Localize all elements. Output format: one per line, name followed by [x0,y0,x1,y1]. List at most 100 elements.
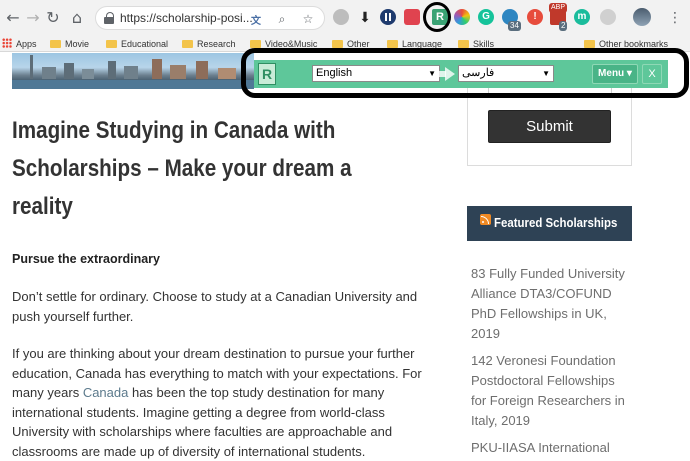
article-subheading: Pursue the extraordinary [12,252,160,266]
target-language-value: فارسی [462,67,495,79]
folder-icon [106,40,117,48]
bookmark-label: Language [402,39,443,49]
bookmark-label: Educational [121,39,169,49]
readlang-icon[interactable]: R [432,9,448,25]
profile-avatar[interactable] [633,8,651,26]
scholarship-link[interactable]: 83 Fully Funded University Alliance DTA3… [471,264,671,344]
download-icon[interactable]: ⬇ [357,9,373,25]
folder-icon [387,40,398,48]
bookmark-label: Movie [65,39,90,49]
extension-icon[interactable] [600,9,616,25]
paragraph-line: many years Canada has been the top study… [12,383,422,403]
other-bookmarks-label: Other bookmarks [599,39,669,49]
featured-title: Featured Scholarships [494,215,618,230]
folder-icon [332,40,343,48]
reload-icon[interactable]: ↻ [42,7,64,29]
page-title: Imagine Studying in Canada with Scholars… [12,112,412,226]
paragraph-line: education, Canada has everything to matc… [12,365,422,381]
other-bookmarks[interactable]: Other bookmarks [584,37,668,51]
bookmarks-bar: Apps Movie Educational Research Video&Mu… [0,36,690,52]
pause-icon[interactable] [380,9,396,25]
apps-bookmark[interactable]: Apps [2,37,37,51]
translate-icon[interactable]: 文 [248,12,264,27]
bookmark-label: Skills [473,39,495,49]
paragraph-line: push yourself further. [12,308,134,324]
sidebar-form: Submit [467,88,632,166]
bookmark-folder[interactable]: Skills [458,37,494,51]
bookmark-folder[interactable]: Other [332,37,370,51]
counter-badge: 34 [508,21,521,31]
title-line: Imagine Studying in Canada with [12,117,336,144]
bookmark-label: Other [347,39,370,49]
back-icon[interactable]: ← [2,7,24,29]
paragraph-line: If you are thinking about your dream des… [12,346,415,361]
lock-icon [104,12,114,24]
scholarship-line: Alliance DTA3/COFUND [471,286,612,301]
header-banner-image [12,53,254,89]
translator-menu-button[interactable]: Menu ▾ [592,64,638,84]
scholarship-line: 142 Veronesi Foundation [471,353,616,368]
email-field[interactable] [488,88,612,94]
canada-link[interactable]: Canada [83,385,129,400]
adblock-badge: 2 [559,21,568,31]
target-language-select[interactable]: فارسی ▼ [458,65,554,82]
browser-toolbar: ← → ↻ ⌂ https://scholarship-posi... 文 ⌕ … [0,0,690,36]
star-icon[interactable]: ☆ [300,12,316,26]
bookmark-folder[interactable]: Language [387,37,442,51]
title-line: Scholarships – Make your dream a [12,155,352,182]
readlang-logo: R [258,63,276,85]
more-icon[interactable]: ⋮ [666,7,684,29]
forward-icon[interactable]: → [22,7,44,29]
arrow-right-icon [445,67,455,81]
bookmark-folder[interactable]: Video&Music [250,37,317,51]
grammarly-icon[interactable]: G [478,9,494,25]
color-icon[interactable] [454,9,470,25]
dropdown-arrow-icon: ▼ [542,69,550,78]
scholarship-line: for Foreign Researchers in [471,393,625,408]
home-icon[interactable]: ⌂ [66,7,88,29]
bookmark-folder[interactable]: Research [182,37,236,51]
folder-icon [50,40,61,48]
scholarship-link[interactable]: PKU-IIASA International [471,438,671,458]
article-header: Imagine Studying in Canada with Scholars… [12,112,412,226]
scholarship-line: 83 Fully Funded University [471,266,625,281]
bookmark-folder[interactable]: Educational [106,37,168,51]
article-paragraph: If you are thinking about your dream des… [12,344,422,461]
submit-button[interactable]: Submit [488,110,611,143]
scholarship-line: 2019 [471,326,500,341]
adblock-label: ABP [549,3,568,13]
translator-toolbar: R English ▼ فارسی ▼ Menu ▾ X [254,60,668,88]
pocket-icon[interactable] [404,9,420,25]
scholarship-line: Italy, 2019 [471,413,531,428]
address-bar[interactable]: https://scholarship-posi... 文 ⌕ ☆ [95,6,325,30]
bookmark-label: Research [197,39,236,49]
scholarship-link[interactable]: 142 Veronesi Foundation Postdoctoral Fel… [471,351,671,431]
paragraph-line: Don’t settle for ordinary. Choose to stu… [12,289,418,304]
source-language-select[interactable]: English ▼ [312,65,440,82]
mendeley-icon[interactable]: m [574,9,590,25]
translator-close-button[interactable]: X [642,64,662,84]
rss-icon[interactable] [480,214,491,225]
folder-icon [250,40,261,48]
scholarship-line: PhD Fellowships in UK, [471,306,607,321]
scholarship-line: Postdoctoral Fellowships [471,373,615,388]
paragraph-text: many years [12,385,83,400]
url-text: https://scholarship-posi... [120,11,253,25]
folder-icon [182,40,193,48]
bookmark-folder[interactable]: Movie [50,37,89,51]
folder-icon [584,40,595,48]
folder-icon [458,40,469,48]
featured-scholarships-header: Featured Scholarships [467,206,632,241]
title-line: reality [12,193,73,220]
alert-icon[interactable]: ! [527,9,543,25]
paragraph-line: University with scholarships where facul… [12,424,393,439]
scholarship-line: PKU-IIASA International [471,440,610,455]
globe-icon[interactable] [333,9,349,25]
dropdown-arrow-icon: ▼ [428,69,436,78]
source-language-value: English [316,67,353,79]
paragraph-text: has been the top study destination for m… [128,385,385,400]
article-paragraph: Don’t settle for ordinary. Choose to stu… [12,287,417,326]
bookmark-label: Video&Music [265,39,318,49]
paragraph-line: international students. Imagine getting … [12,404,385,420]
zoom-icon[interactable]: ⌕ [274,12,290,27]
